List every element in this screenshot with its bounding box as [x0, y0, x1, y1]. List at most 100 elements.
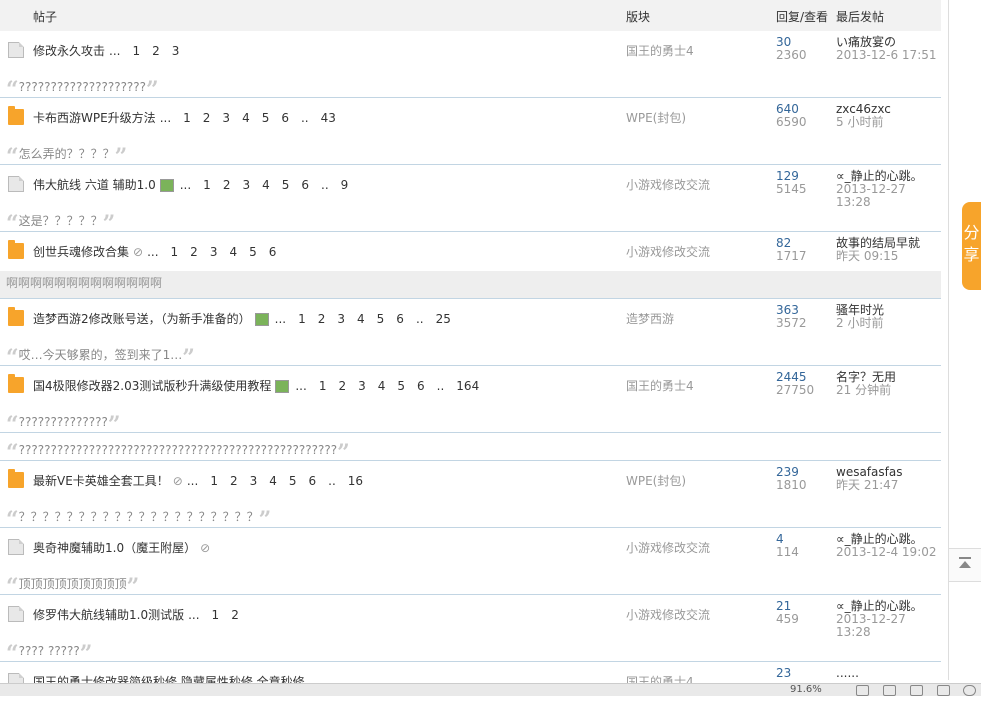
- last-post-time[interactable]: 昨天 09:15: [836, 250, 920, 263]
- reply-count[interactable]: 23: [776, 667, 791, 680]
- page-link[interactable]: 164: [456, 379, 479, 393]
- last-post-time[interactable]: 2013-12-4 19:02: [836, 546, 937, 559]
- thread-row: 最新VE卡英雄全套工具！ ⊘... 1 2 3 4 5 6.. 16 WPE(封包) 239 1810…: [0, 461, 941, 531]
- print-icon[interactable]: [883, 685, 896, 696]
- page-link[interactable]: 5: [282, 178, 290, 192]
- image-attachment-icon: [254, 313, 269, 326]
- pages-ellipsis: ...: [188, 608, 200, 622]
- page-link[interactable]: 1: [319, 379, 327, 393]
- last-post-time[interactable]: 2 小时前: [836, 317, 884, 330]
- page-link[interactable]: 2: [152, 44, 160, 58]
- preview-text: ???? ?????: [18, 644, 80, 658]
- page-link[interactable]: 6: [309, 474, 317, 488]
- forum-link[interactable]: WPE(封包): [626, 109, 686, 126]
- page-link[interactable]: 2: [318, 312, 326, 326]
- page-link[interactable]: 1: [132, 44, 140, 58]
- thread-title-link[interactable]: 国4极限修改器2.03测试版秒升满级使用教程: [33, 379, 271, 393]
- forum-link[interactable]: 造梦西游: [626, 310, 674, 327]
- page-link[interactable]: 25: [436, 312, 451, 326]
- page-link[interactable]: 4: [242, 111, 250, 125]
- forum-link[interactable]: 小游戏修改交流: [626, 176, 710, 193]
- page-link[interactable]: 1: [183, 111, 191, 125]
- thread-row: 修罗伟大航线辅助1.0测试版... 1 2 小游戏修改交流 21 459 ∝_静止的心跳。 2…: [0, 595, 941, 665]
- page-link[interactable]: 5: [289, 474, 297, 488]
- page-link[interactable]: 1: [210, 474, 218, 488]
- last-post-time[interactable]: 昨天 21:47: [836, 479, 902, 492]
- forum-link[interactable]: 小游戏修改交流: [626, 606, 710, 623]
- thread-row: 奥奇神魔辅助1.0（魔王附屋） ⊘ 小游戏修改交流 4 114 ∝_静止的心跳。 2013-…: [0, 528, 941, 598]
- sound-icon[interactable]: [910, 685, 923, 696]
- page-link[interactable]: 43: [321, 111, 336, 125]
- page-link[interactable]: 3: [210, 245, 218, 259]
- page-link[interactable]: 5: [377, 312, 385, 326]
- page-link[interactable]: 4: [229, 245, 237, 259]
- paperclip-icon: ⊘: [133, 245, 144, 259]
- thread-title-link[interactable]: 创世兵魂修改合集: [33, 245, 129, 259]
- page-link[interactable]: 2: [223, 178, 231, 192]
- page-link[interactable]: 3: [172, 44, 180, 58]
- page-link[interactable]: 3: [337, 312, 345, 326]
- preview-text-wrap: “啊啊啊啊啊啊啊啊啊啊啊啊啊”: [6, 274, 162, 291]
- page-link[interactable]: 2: [231, 608, 239, 622]
- page-link[interactable]: 5: [397, 379, 405, 393]
- zoom-level[interactable]: 91.6%: [790, 684, 822, 695]
- page-link[interactable]: 6: [417, 379, 425, 393]
- page-link[interactable]: 4: [357, 312, 365, 326]
- page-link[interactable]: 3: [242, 178, 250, 192]
- page-link[interactable]: 16: [348, 474, 363, 488]
- view-count: 2360: [776, 48, 807, 62]
- page-link[interactable]: 6: [281, 111, 289, 125]
- thread-title-link[interactable]: 修改永久攻击: [33, 44, 105, 58]
- thread-title-link[interactable]: 卡布西游WPE升级方法: [33, 111, 156, 125]
- page-link[interactable]: 1: [171, 245, 179, 259]
- page-link[interactable]: 2: [338, 379, 346, 393]
- preview-text: 啊啊啊啊啊啊啊啊啊啊啊啊啊: [6, 276, 163, 290]
- page-link[interactable]: 1: [298, 312, 306, 326]
- last-post-author[interactable]: ......: [836, 667, 859, 680]
- forum-link[interactable]: 国王的勇士4: [626, 377, 694, 394]
- page-link[interactable]: 1: [212, 608, 220, 622]
- page-link[interactable]: 4: [269, 474, 277, 488]
- thread-title-link[interactable]: 最新VE卡英雄全套工具！: [33, 474, 169, 488]
- page-link[interactable]: 4: [262, 178, 270, 192]
- preview-text: 哎…今天够累的，签到来了1…: [18, 348, 183, 362]
- page-link[interactable]: 3: [222, 111, 230, 125]
- last-post-time[interactable]: 2013-12-6 17:51: [836, 49, 937, 62]
- page-link[interactable]: 9: [341, 178, 349, 192]
- thread-row: 伟大航线 六道 辅助1.0... 1 2 3 4 5 6.. 9 小游戏修改交流 129 5145 ∝…: [0, 165, 941, 235]
- thread-title-link[interactable]: 修罗伟大航线辅助1.0测试版: [33, 608, 184, 622]
- thread-title-link[interactable]: 造梦西游2修改账号送，（为新手准备的）: [33, 312, 251, 326]
- thread-main: 奥奇神魔辅助1.0（魔王附屋） ⊘ 小游戏修改交流 4 114 ∝_静止的心跳。 2013-…: [0, 528, 941, 567]
- page-link[interactable]: 6: [301, 178, 309, 192]
- forum-link[interactable]: WPE(封包): [626, 472, 686, 489]
- camera-icon[interactable]: [856, 685, 869, 696]
- forum-link[interactable]: 国王的勇士4: [626, 42, 694, 59]
- page-links: 12: [200, 608, 239, 622]
- last-post-time[interactable]: 21 分钟前: [836, 384, 896, 397]
- page-link[interactable]: 2: [230, 474, 238, 488]
- last-post-time[interactable]: 5 小时前: [836, 116, 891, 129]
- page-link[interactable]: 4: [378, 379, 386, 393]
- preview-text: ？？？？？？？？？？？？？？？？？？？？: [18, 510, 259, 524]
- forum-link[interactable]: 小游戏修改交流: [626, 243, 710, 260]
- thread-title-cell: 奥奇神魔辅助1.0（魔王附屋） ⊘: [33, 539, 210, 556]
- page-link[interactable]: 6: [396, 312, 404, 326]
- page-link[interactable]: 6: [269, 245, 277, 259]
- paperclip-icon: ⊘: [172, 474, 183, 488]
- settings-icon[interactable]: [963, 685, 976, 696]
- page-link[interactable]: 1: [203, 178, 211, 192]
- page-link[interactable]: 3: [250, 474, 258, 488]
- page-link[interactable]: 5: [262, 111, 270, 125]
- forum-link[interactable]: 小游戏修改交流: [626, 539, 710, 556]
- thread-title-link[interactable]: 奥奇神魔辅助1.0（魔王附屋）: [33, 541, 196, 555]
- back-to-top-icon[interactable]: [948, 548, 981, 582]
- share-button[interactable]: 分享: [962, 202, 981, 290]
- page-link[interactable]: 3: [358, 379, 366, 393]
- page-link[interactable]: 5: [249, 245, 257, 259]
- page-link[interactable]: 2: [203, 111, 211, 125]
- reply-view-counts: 363 3572: [776, 304, 807, 330]
- pages-ellipsis: ...: [159, 111, 172, 125]
- window-icon[interactable]: [937, 685, 950, 696]
- page-link[interactable]: 2: [190, 245, 198, 259]
- thread-title-link[interactable]: 伟大航线 六道 辅助1.0: [33, 178, 156, 192]
